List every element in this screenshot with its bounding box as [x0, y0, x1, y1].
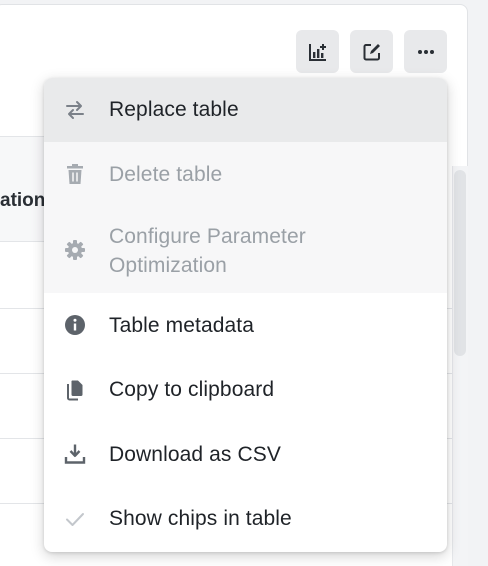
more-options-menu: Replace table Delete table Configure Par… — [44, 78, 447, 552]
menu-item-download-as-csv[interactable]: Download as CSV — [44, 422, 447, 486]
more-horizontal-icon — [417, 49, 434, 54]
menu-item-configure-parameter-optimization[interactable]: Configure Parameter Optimization — [44, 206, 447, 293]
add-chart-button[interactable] — [296, 30, 339, 73]
gear-icon — [64, 239, 86, 261]
menu-item-delete-table[interactable]: Delete table — [44, 142, 447, 206]
menu-item-label: Copy to clipboard — [109, 378, 275, 401]
menu-item-label: Show chips in table — [109, 507, 292, 530]
menu-item-copy-to-clipboard[interactable]: Copy to clipboard — [44, 357, 447, 422]
info-icon — [64, 314, 86, 336]
menu-item-label-line2: Optimization — [109, 254, 227, 277]
swap-arrows-icon — [64, 99, 86, 121]
edit-button[interactable] — [350, 30, 393, 73]
edit-icon — [363, 43, 380, 60]
add-chart-icon — [308, 43, 326, 61]
menu-item-label: Download as CSV — [109, 443, 281, 466]
menu-item-label: Table metadata — [109, 314, 254, 337]
menu-item-replace-table[interactable]: Replace table — [44, 78, 447, 142]
scrollbar-thumb[interactable] — [454, 170, 466, 356]
column-header: ation — [0, 190, 46, 211]
trash-icon — [64, 163, 86, 185]
menu-item-table-metadata[interactable]: Table metadata — [44, 293, 447, 357]
download-icon — [64, 443, 86, 465]
menu-item-label: Configure Parameter — [109, 225, 306, 248]
check-icon — [64, 508, 86, 530]
menu-item-label: Replace table — [109, 98, 239, 121]
more-options-button[interactable] — [404, 30, 447, 73]
menu-item-label: Delete table — [109, 163, 223, 186]
copy-icon — [64, 379, 86, 401]
menu-item-show-chips-in-table[interactable]: Show chips in table — [44, 486, 447, 552]
